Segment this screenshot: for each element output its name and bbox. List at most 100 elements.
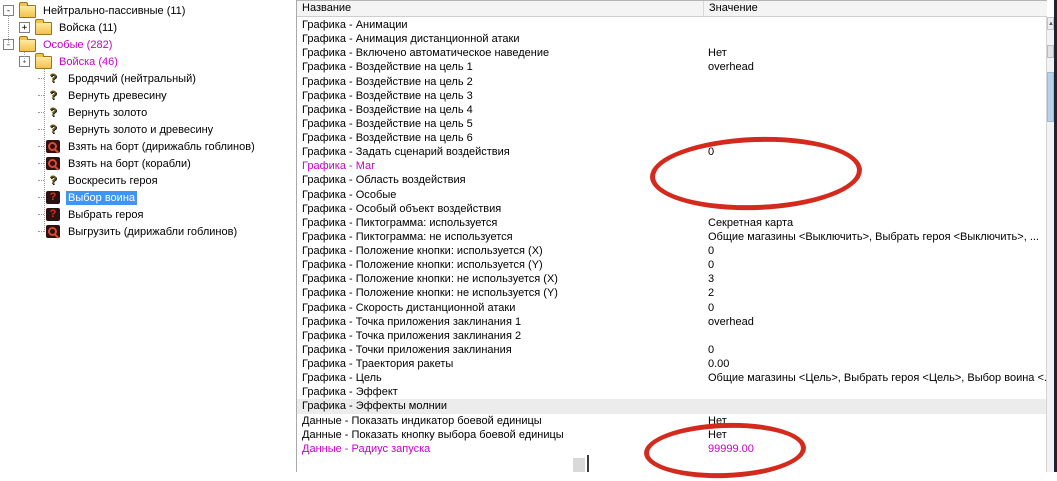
tree-item-label[interactable]: Войска (11) [57, 21, 119, 35]
tree-item[interactable]: ? Вернуть золото [38, 104, 292, 121]
tree-item[interactable]: Взять на борт (дирижабль гоблинов) [38, 138, 292, 155]
scrollbar-thumb[interactable] [1047, 72, 1054, 122]
property-row[interactable]: Графика - Положение кнопки: не используе… [297, 286, 1047, 300]
tree-item[interactable]: ? Выбор воина [38, 189, 292, 206]
property-row[interactable]: Графика - Положение кнопки: используется… [297, 244, 1047, 258]
property-row[interactable]: Графика - Цель Общие магазины <Цель>, Выб… [297, 371, 1047, 385]
property-row[interactable]: Графика - Воздействие на цель 5 [297, 117, 1047, 131]
question-olive-icon: ? [49, 71, 57, 85]
magnifier-red-icon [46, 157, 60, 170]
folder-icon [35, 53, 52, 69]
property-name: Графика - Воздействие на цель 6 [302, 132, 473, 145]
tree-item[interactable]: ? Бродячий (нейтральный) [38, 70, 292, 87]
property-row[interactable]: Графика - Точка приложения заклинания 1 o… [297, 315, 1047, 329]
property-row[interactable]: Графика - Воздействие на цель 1 overhead [297, 60, 1047, 74]
property-name: Графика - Воздействие на цель 2 [302, 75, 473, 88]
property-value: 0 [708, 343, 715, 356]
expand-icon[interactable]: + [19, 22, 30, 33]
tree-item[interactable]: ? Воскресить героя [38, 172, 292, 189]
tree-item-label[interactable]: Нейтрально-пассивные (11) [41, 4, 187, 18]
property-row[interactable]: Графика - Особый объект воздействия [297, 202, 1047, 216]
property-row[interactable]: Графика - Область воздействия [297, 173, 1047, 187]
property-row[interactable]: Графика - Эффект [297, 385, 1047, 399]
property-name: Графика - Включено автоматическое наведе… [302, 47, 550, 60]
tree-item[interactable]: - Особые (282) [3, 36, 292, 53]
property-name: Графика - Анимация дистанционной атаки [302, 33, 520, 46]
property-row[interactable]: Графика - Особые [297, 188, 1047, 202]
property-row[interactable]: Графика - Скорость дистанционной атаки 0 [297, 301, 1047, 315]
property-row[interactable]: Данные - Показать индикатор боевой едини… [297, 414, 1047, 428]
tree-item-label[interactable]: Взять на борт (дирижабль гоблинов) [66, 140, 257, 154]
scroll-up-icon[interactable]: ▲ [1047, 17, 1054, 30]
tree-item-label[interactable]: Бродячий (нейтральный) [66, 72, 198, 86]
property-name: Графика - Эффект [302, 386, 398, 399]
property-value: Нет [708, 414, 727, 427]
property-value: 2 [708, 287, 715, 300]
tree-item-label[interactable]: Выбор воина [66, 190, 138, 205]
question-olive-icon: ? [49, 122, 57, 136]
property-row[interactable]: Графика - Траектория ракеты 0.00 [297, 357, 1047, 371]
property-name: Графика - Воздействие на цель 3 [302, 89, 473, 102]
tree-item-label[interactable]: Выбрать героя [66, 208, 145, 222]
property-name: Графика - Точка приложения заклинания 1 [302, 315, 522, 328]
tree-item-label[interactable]: Воскресить героя [66, 174, 160, 188]
property-name: Графика - Особый объект воздействия [302, 202, 502, 215]
property-row[interactable]: Графика - Пиктограмма: не используется Об… [297, 230, 1047, 244]
tree-item[interactable]: + Войска (11) [19, 19, 292, 36]
property-row[interactable]: Графика - Воздействие на цель 4 [297, 103, 1047, 117]
tree-item-label[interactable]: Вернуть древесину [66, 89, 169, 103]
property-row[interactable]: Графика - Воздействие на цель 2 [297, 75, 1047, 89]
property-name: Графика - Воздействие на цель 4 [302, 103, 473, 116]
property-row[interactable]: Графика - Положение кнопки: не используе… [297, 272, 1047, 286]
property-row[interactable]: Графика - Анимации [297, 18, 1047, 32]
property-name: Графика - Скорость дистанционной атаки [302, 301, 516, 314]
property-row[interactable]: Графика - Маг [297, 159, 1047, 173]
property-value: Секретная карта [708, 216, 794, 229]
scrollbar-track-segment[interactable] [1047, 45, 1054, 58]
tree-item[interactable]: ? Вернуть золото и древесину [38, 121, 292, 138]
tree-item[interactable]: - Нейтрально-пассивные (11) [3, 2, 292, 19]
property-row[interactable]: Графика - Положение кнопки: используется… [297, 258, 1047, 272]
tree-item-label[interactable]: Вернуть золото [66, 106, 149, 120]
property-grid: Название Значение Графика - Анимации Граф… [296, 0, 1047, 472]
property-value: Нет [708, 428, 727, 441]
property-row[interactable]: Графика - Включено автоматическое наведе… [297, 46, 1047, 60]
column-header-value[interactable]: Значение [704, 1, 1047, 16]
tree-item[interactable]: Выгрузить (дирижабли гоблинов) [38, 223, 292, 240]
folder-icon [19, 2, 36, 18]
tree-item[interactable]: ? Выбрать героя [38, 206, 292, 223]
tree-item-label[interactable]: Особые (282) [41, 38, 114, 52]
property-row[interactable]: Графика - Анимация дистанционной атаки [297, 32, 1047, 46]
property-row[interactable]: Графика - Точки приложения заклинания 0 [297, 343, 1047, 357]
magnifier-red-icon [46, 140, 60, 153]
property-value: 0.00 [708, 358, 730, 371]
tree-item-label[interactable]: Взять на борт (корабли) [66, 157, 193, 171]
property-name: Графика - Положение кнопки: используется… [302, 245, 543, 258]
property-row[interactable]: Графика - Точка приложения заклинания 2 [297, 329, 1047, 343]
property-row[interactable]: Графика - Пиктограмма: используется Секре… [297, 216, 1047, 230]
property-name: Графика - Воздействие на цель 1 [302, 61, 473, 74]
property-row[interactable]: Графика - Задать сценарий воздействия 0 [297, 145, 1047, 159]
property-row[interactable]: Графика - Воздействие на цель 6 [297, 131, 1047, 145]
tree-item[interactable]: ? Вернуть древесину [38, 87, 292, 104]
column-header-name[interactable]: Название [297, 1, 704, 16]
tree-item-label[interactable]: Выгрузить (дирижабли гоблинов) [66, 225, 239, 239]
scroll-corner-box [573, 458, 585, 472]
property-name: Графика - Траектория ракеты [302, 358, 454, 371]
tree-item-label[interactable]: Войска (46) [57, 55, 120, 69]
property-name: Графика - Область воздействия [302, 174, 466, 187]
property-name: Графика - Положение кнопки: используется… [302, 259, 543, 272]
tree-item[interactable]: Взять на борт (корабли) [38, 155, 292, 172]
property-value: 3 [708, 273, 715, 286]
property-row[interactable]: Графика - Эффекты молнии [297, 399, 1047, 414]
tree-item-label[interactable]: Вернуть золото и древесину [66, 123, 215, 137]
property-value: overhead [708, 315, 754, 328]
property-name: Данные - Радиус запуска [302, 442, 431, 455]
property-value: 0 [708, 259, 715, 272]
property-row[interactable]: Графика - Воздействие на цель 3 [297, 89, 1047, 103]
property-row[interactable]: Данные - Показать кнопку выбора боевой е… [297, 428, 1047, 442]
tree-item[interactable]: - Войска (46) [19, 53, 292, 70]
property-row[interactable]: Данные - Радиус запуска 99999.00 [297, 442, 1047, 456]
property-value: 99999.00 [708, 442, 754, 455]
property-name: Графика - Положение кнопки: не используе… [302, 273, 558, 286]
